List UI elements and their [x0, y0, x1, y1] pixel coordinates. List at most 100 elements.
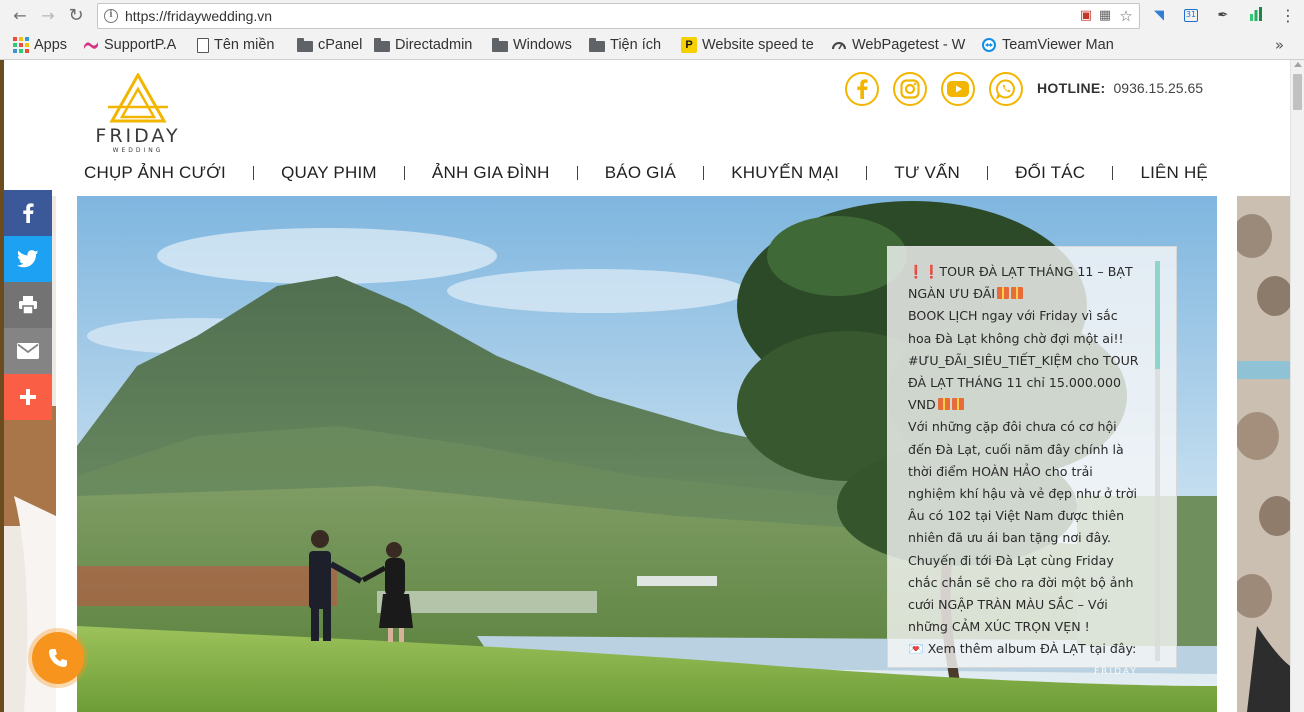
promo-paragraph-5-row: 💌 Xem thêm album ĐÀ LẠT tại đây: — [908, 638, 1140, 660]
email-icon — [17, 343, 39, 359]
hotline-number[interactable]: 0936.15.25.65 — [1114, 80, 1204, 96]
gift-icon — [997, 287, 1010, 300]
main-navigation: CHỤP ẢNH CƯỚI QUAY PHIM ẢNH GIA ĐÌNH BÁO… — [66, 160, 1226, 186]
share-email-button[interactable] — [4, 328, 52, 374]
nav-doi-tac[interactable]: ĐỐI TÁC — [997, 163, 1103, 183]
bookmark-supportpa[interactable]: SupportP.A — [83, 35, 176, 55]
bookmark-label: Windows — [513, 37, 572, 53]
bookmarks-more-chevron-icon[interactable]: » — [1275, 36, 1284, 54]
speed-icon: P — [681, 37, 697, 53]
bookmark-tienich[interactable]: Tiện ích — [589, 35, 661, 55]
menu-kebab-icon[interactable]: ⋮ — [1279, 7, 1297, 25]
site-info-icon[interactable]: i — [104, 9, 118, 23]
share-facebook-button[interactable] — [4, 190, 52, 236]
plus-icon — [20, 389, 36, 405]
bookmark-teamviewer[interactable]: TeamViewer Man — [981, 35, 1121, 55]
love-letter-icon: 💌 — [908, 641, 924, 657]
reload-icon[interactable]: ↻ — [66, 6, 86, 26]
whatsapp-social-button[interactable] — [989, 72, 1023, 106]
next-slide-peek[interactable] — [1237, 196, 1290, 712]
gift-icon — [1011, 287, 1024, 300]
bookmark-label: Website speed te — [702, 37, 814, 53]
nav-divider — [1112, 166, 1114, 180]
hotline[interactable]: HOTLINE: 0936.15.25.65 — [1037, 80, 1203, 96]
nav-divider — [703, 166, 705, 180]
apps-icon — [13, 37, 29, 53]
address-bar[interactable]: i https://fridaywedding.vn ▣ ▦ ☆ — [97, 3, 1140, 29]
scroll-up-arrow-icon[interactable] — [1294, 62, 1302, 67]
support-icon — [83, 37, 99, 53]
bookmark-label: Tên miền — [214, 37, 275, 53]
browser-chrome: ← → ↻ i https://fridaywedding.vn ▣ ▦ ☆ ◥… — [0, 0, 1304, 60]
gift-icon — [937, 398, 950, 411]
bookmark-webpagetest[interactable]: WebPagetest - W — [831, 35, 968, 55]
extension-sync-icon[interactable]: ◥ — [1150, 7, 1168, 25]
logo-subtitle: WEDDING — [112, 147, 164, 154]
share-print-button[interactable] — [4, 282, 52, 328]
facebook-icon — [857, 79, 868, 99]
promo-scrollbar[interactable] — [1155, 261, 1160, 661]
bookmark-windows[interactable]: Windows — [492, 35, 572, 55]
browser-toolbar: ← → ↻ i https://fridaywedding.vn ▣ ▦ ☆ ◥… — [0, 0, 1304, 32]
nav-quay-phim[interactable]: QUAY PHIM — [263, 163, 395, 183]
site-logo[interactable]: FRIDAY WEDDING — [76, 71, 200, 157]
share-more-button[interactable] — [4, 374, 52, 420]
whatsapp-icon — [996, 79, 1015, 99]
gift-icon — [951, 398, 964, 411]
bookmark-label: Apps — [34, 37, 68, 53]
forward-arrow-icon[interactable]: → — [38, 6, 58, 26]
nav-bao-gia[interactable]: BÁO GIÁ — [587, 163, 694, 183]
promo-title-row: ❗❗TOUR ĐÀ LẠT THÁNG 11 – BẠT NGÀN ƯU ĐÃI — [908, 261, 1140, 305]
nav-lien-he[interactable]: LIÊN HỆ — [1122, 163, 1226, 183]
extension-calendar-icon[interactable]: 31 — [1184, 9, 1198, 22]
bookmark-website-speed[interactable]: P Website speed te — [681, 35, 821, 55]
page-scrollbar[interactable] — [1290, 60, 1304, 712]
folder-icon — [297, 38, 313, 52]
promo-paragraph-3: Với những cặp đôi chưa có cơ hội đến Đà … — [908, 419, 1138, 546]
bookmark-label: WebPagetest - W — [852, 37, 966, 53]
promo-paragraph-5[interactable]: Xem thêm album ĐÀ LẠT tại đây: — [928, 641, 1137, 656]
web-page: FRIDAY WEDDING HOTLINE: 0936.15.25.65 CHỤ… — [0, 60, 1290, 712]
nav-divider — [866, 166, 868, 180]
photo-watermark: FRIDAY — [1094, 667, 1138, 677]
bookmark-apps[interactable]: Apps — [13, 35, 67, 55]
facebook-social-button[interactable] — [845, 72, 879, 106]
hotline-label: HOTLINE: — [1037, 80, 1106, 96]
share-twitter-button[interactable] — [4, 236, 52, 282]
folder-icon — [492, 38, 508, 52]
page-scrollbar-thumb[interactable] — [1293, 74, 1302, 110]
nav-khuyen-mai[interactable]: KHUYẾN MẠI — [713, 163, 857, 183]
nav-tu-van[interactable]: TƯ VẤN — [876, 163, 978, 183]
twitter-icon — [17, 250, 39, 268]
promo-news-box[interactable]: ❗❗TOUR ĐÀ LẠT THÁNG 11 – BẠT NGÀN ƯU ĐÃI… — [887, 246, 1177, 677]
promo-paragraph-4: Chuyến đi tới Đà Lạt cùng Friday chắc ch… — [908, 552, 1134, 635]
logo-triangle-icon — [108, 71, 168, 123]
bookmark-star-icon[interactable]: ☆ — [1118, 8, 1134, 24]
nav-chup-anh-cuoi[interactable]: CHỤP ẢNH CƯỚI — [66, 163, 244, 183]
bookmark-label: TeamViewer Man — [1002, 37, 1114, 53]
bookmark-cpanel[interactable]: cPanel — [297, 35, 362, 55]
call-now-button[interactable] — [32, 632, 84, 684]
bookmark-tenmien[interactable]: Tên miền — [197, 35, 274, 55]
instagram-icon — [900, 79, 920, 99]
promo-text: ❗❗TOUR ĐÀ LẠT THÁNG 11 – BẠT NGÀN ƯU ĐÃI… — [908, 261, 1140, 661]
youtube-social-button[interactable] — [941, 72, 975, 106]
nav-anh-gia-dinh[interactable]: ẢNH GIA ĐÌNH — [414, 163, 568, 183]
gauge-icon — [831, 37, 847, 53]
facebook-icon — [23, 203, 34, 223]
bookmark-label: Directadmin — [395, 37, 473, 53]
bookmark-directadmin[interactable]: Directadmin — [374, 35, 472, 55]
analytics-icon[interactable] — [1247, 7, 1265, 25]
back-arrow-icon[interactable]: ← — [10, 6, 30, 26]
print-icon — [19, 296, 37, 315]
translate-icon[interactable]: ▦ — [1097, 8, 1113, 24]
promo-scrollbar-thumb[interactable] — [1155, 261, 1160, 369]
blocked-popup-icon[interactable]: ▣ — [1078, 8, 1094, 24]
eyedropper-icon[interactable]: ✒ — [1214, 7, 1232, 25]
bookmark-label: SupportP.A — [104, 37, 177, 53]
bookmarks-bar: Apps SupportP.A Tên miền cPanel Directad… — [0, 32, 1304, 59]
url-text[interactable]: https://fridaywedding.vn — [125, 8, 272, 24]
instagram-social-button[interactable] — [893, 72, 927, 106]
bookmark-label: Tiện ích — [610, 37, 662, 53]
folder-icon — [589, 38, 605, 52]
